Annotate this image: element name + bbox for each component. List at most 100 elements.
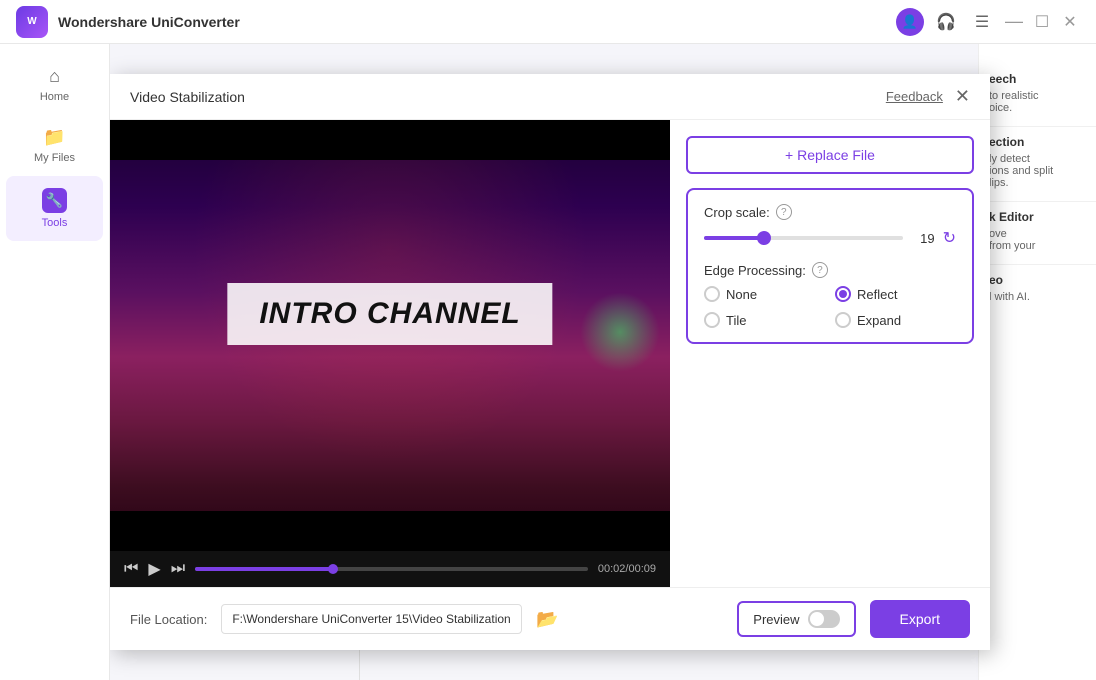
crop-scale-info-icon[interactable]: ? — [776, 204, 792, 220]
modal-header-right: Feedback ✕ — [886, 86, 970, 107]
card-4-title: eo — [989, 273, 1086, 287]
toggle-knob — [810, 612, 824, 626]
maximize-button[interactable]: ☐ — [1032, 12, 1052, 32]
crop-scale-row: Crop scale: ? 19 ↻ — [704, 204, 956, 248]
radio-expand-circle — [835, 312, 851, 328]
radio-expand-label: Expand — [857, 313, 901, 328]
sidebar-item-myfiles-label: My Files — [34, 152, 75, 164]
file-path-select[interactable]: F:\Wondershare UniConverter 15\Video Sta… — [221, 604, 522, 634]
right-panel: eech to realistic oice. ection ly detect… — [978, 44, 1096, 680]
edge-processing-row: Edge Processing: ? None — [704, 262, 956, 328]
app-title: Wondershare UniConverter — [58, 14, 240, 30]
sidebar: ⌂ Home 📁 My Files 🔧 Tools — [0, 44, 110, 680]
card-4-line-1: l with AI. — [989, 291, 1086, 303]
feedback-link[interactable]: Feedback — [886, 89, 943, 104]
myfiles-icon: 📁 — [43, 127, 65, 148]
controls-bar: ⏮ ▶ ⏭ 00:02/00:09 — [110, 551, 670, 587]
radio-reflect[interactable]: Reflect — [835, 286, 956, 302]
modal-close-button[interactable]: ✕ — [955, 86, 970, 107]
sidebar-item-home[interactable]: ⌂ Home — [0, 54, 109, 115]
card-1-line-2: oice. — [989, 102, 1086, 114]
tools-icon: 🔧 — [42, 188, 67, 213]
sidebar-item-myfiles[interactable]: 📁 My Files — [0, 115, 109, 176]
play-button[interactable]: ▶ — [148, 559, 160, 579]
card-2-line-1: ly detect — [989, 153, 1086, 165]
card-1-title: eech — [989, 72, 1086, 86]
video-area: INTRO CHANNEL ⏮ ▶ ⏭ — [110, 120, 670, 587]
radio-none-circle — [704, 286, 720, 302]
video-overlay-text: INTRO CHANNEL — [259, 297, 520, 330]
folder-icon[interactable]: 📂 — [536, 609, 558, 630]
modal-footer: File Location: F:\Wondershare UniConvert… — [110, 587, 990, 650]
app-logo: W — [16, 6, 48, 38]
progress-fill — [195, 567, 332, 571]
crop-scale-slider[interactable] — [704, 236, 903, 240]
sidebar-item-tools[interactable]: 🔧 Tools — [6, 176, 103, 241]
card-3-line-1: ove — [989, 228, 1086, 240]
video-top-bar — [110, 120, 670, 160]
radio-none-label: None — [726, 287, 757, 302]
home-icon: ⌂ — [49, 66, 60, 87]
card-2-line-2: ions and split — [989, 165, 1086, 177]
video-scene: INTRO CHANNEL — [110, 120, 670, 551]
video-preview: INTRO CHANNEL — [110, 120, 670, 551]
crop-scale-label: Crop scale: ? — [704, 204, 956, 220]
skip-forward-button[interactable]: ⏭ — [171, 560, 185, 578]
progress-bar[interactable] — [195, 567, 588, 571]
card-2-title: ection — [989, 135, 1086, 149]
menu-icon[interactable]: ☰ — [968, 8, 996, 36]
skip-back-button[interactable]: ⏮ — [124, 560, 138, 578]
card-1-line-1: to realistic — [989, 90, 1086, 102]
main-area: Video Stabilization Feedback ✕ — [110, 44, 1096, 680]
card-2-line-3: lips. — [989, 177, 1086, 189]
slider-value: 19 — [911, 231, 935, 246]
headphone-icon[interactable]: 🎧 — [932, 8, 960, 36]
export-button[interactable]: Export — [870, 600, 970, 638]
modal-header: Video Stabilization Feedback ✕ — [110, 74, 990, 120]
radio-reflect-dot — [839, 290, 847, 298]
radio-tile-circle — [704, 312, 720, 328]
radio-reflect-circle — [835, 286, 851, 302]
right-panel-card-3: k Editor ove from your — [979, 202, 1096, 265]
titlebar-controls: 👤 🎧 ☰ — ☐ ✕ — [896, 8, 1080, 36]
radio-tile[interactable]: Tile — [704, 312, 825, 328]
right-panel-card-1: eech to realistic oice. — [979, 64, 1096, 127]
radio-none[interactable]: None — [704, 286, 825, 302]
sidebar-item-tools-label: Tools — [42, 217, 68, 229]
refresh-icon[interactable]: ↻ — [943, 228, 956, 248]
settings-box: Crop scale: ? 19 ↻ — [686, 188, 974, 344]
modal-title: Video Stabilization — [130, 89, 245, 105]
video-stabilization-modal: Video Stabilization Feedback ✕ — [110, 74, 990, 650]
replace-file-button[interactable]: + Replace File — [686, 136, 974, 174]
titlebar-left: W Wondershare UniConverter — [16, 6, 240, 38]
modal-body: INTRO CHANNEL ⏮ ▶ ⏭ — [110, 120, 990, 587]
user-icon[interactable]: 👤 — [896, 8, 924, 36]
progress-thumb — [328, 564, 338, 574]
file-location-label: File Location: — [130, 612, 207, 627]
video-overlay-container: INTRO CHANNEL — [227, 283, 552, 345]
edge-processing-label: Edge Processing: ? — [704, 262, 956, 278]
slider-thumb — [757, 231, 771, 245]
radio-reflect-label: Reflect — [857, 287, 897, 302]
sidebar-item-home-label: Home — [40, 91, 69, 103]
preview-label: Preview — [753, 612, 799, 627]
right-panel-card-4: eo l with AI. — [979, 265, 1096, 315]
minimize-button[interactable]: — — [1004, 12, 1024, 32]
edge-processing-info-icon[interactable]: ? — [812, 262, 828, 278]
video-bottom-bar — [110, 511, 670, 551]
scene-green-glow — [580, 292, 660, 372]
time-display: 00:02/00:09 — [598, 563, 656, 575]
edge-processing-options: None Reflect — [704, 286, 956, 328]
slider-fill — [704, 236, 764, 240]
preview-toggle[interactable]: Preview — [737, 601, 855, 637]
right-panel-card-2: ection ly detect ions and split lips. — [979, 127, 1096, 202]
card-3-title: k Editor — [989, 210, 1086, 224]
slider-row: 19 ↻ — [704, 228, 956, 248]
radio-tile-label: Tile — [726, 313, 746, 328]
radio-expand[interactable]: Expand — [835, 312, 956, 328]
card-3-line-2: from your — [989, 240, 1086, 252]
titlebar: W Wondershare UniConverter 👤 🎧 ☰ — ☐ ✕ — [0, 0, 1096, 44]
close-window-button[interactable]: ✕ — [1060, 12, 1080, 32]
settings-panel: + Replace File Crop scale: ? — [670, 120, 990, 587]
toggle-switch[interactable] — [808, 610, 840, 628]
